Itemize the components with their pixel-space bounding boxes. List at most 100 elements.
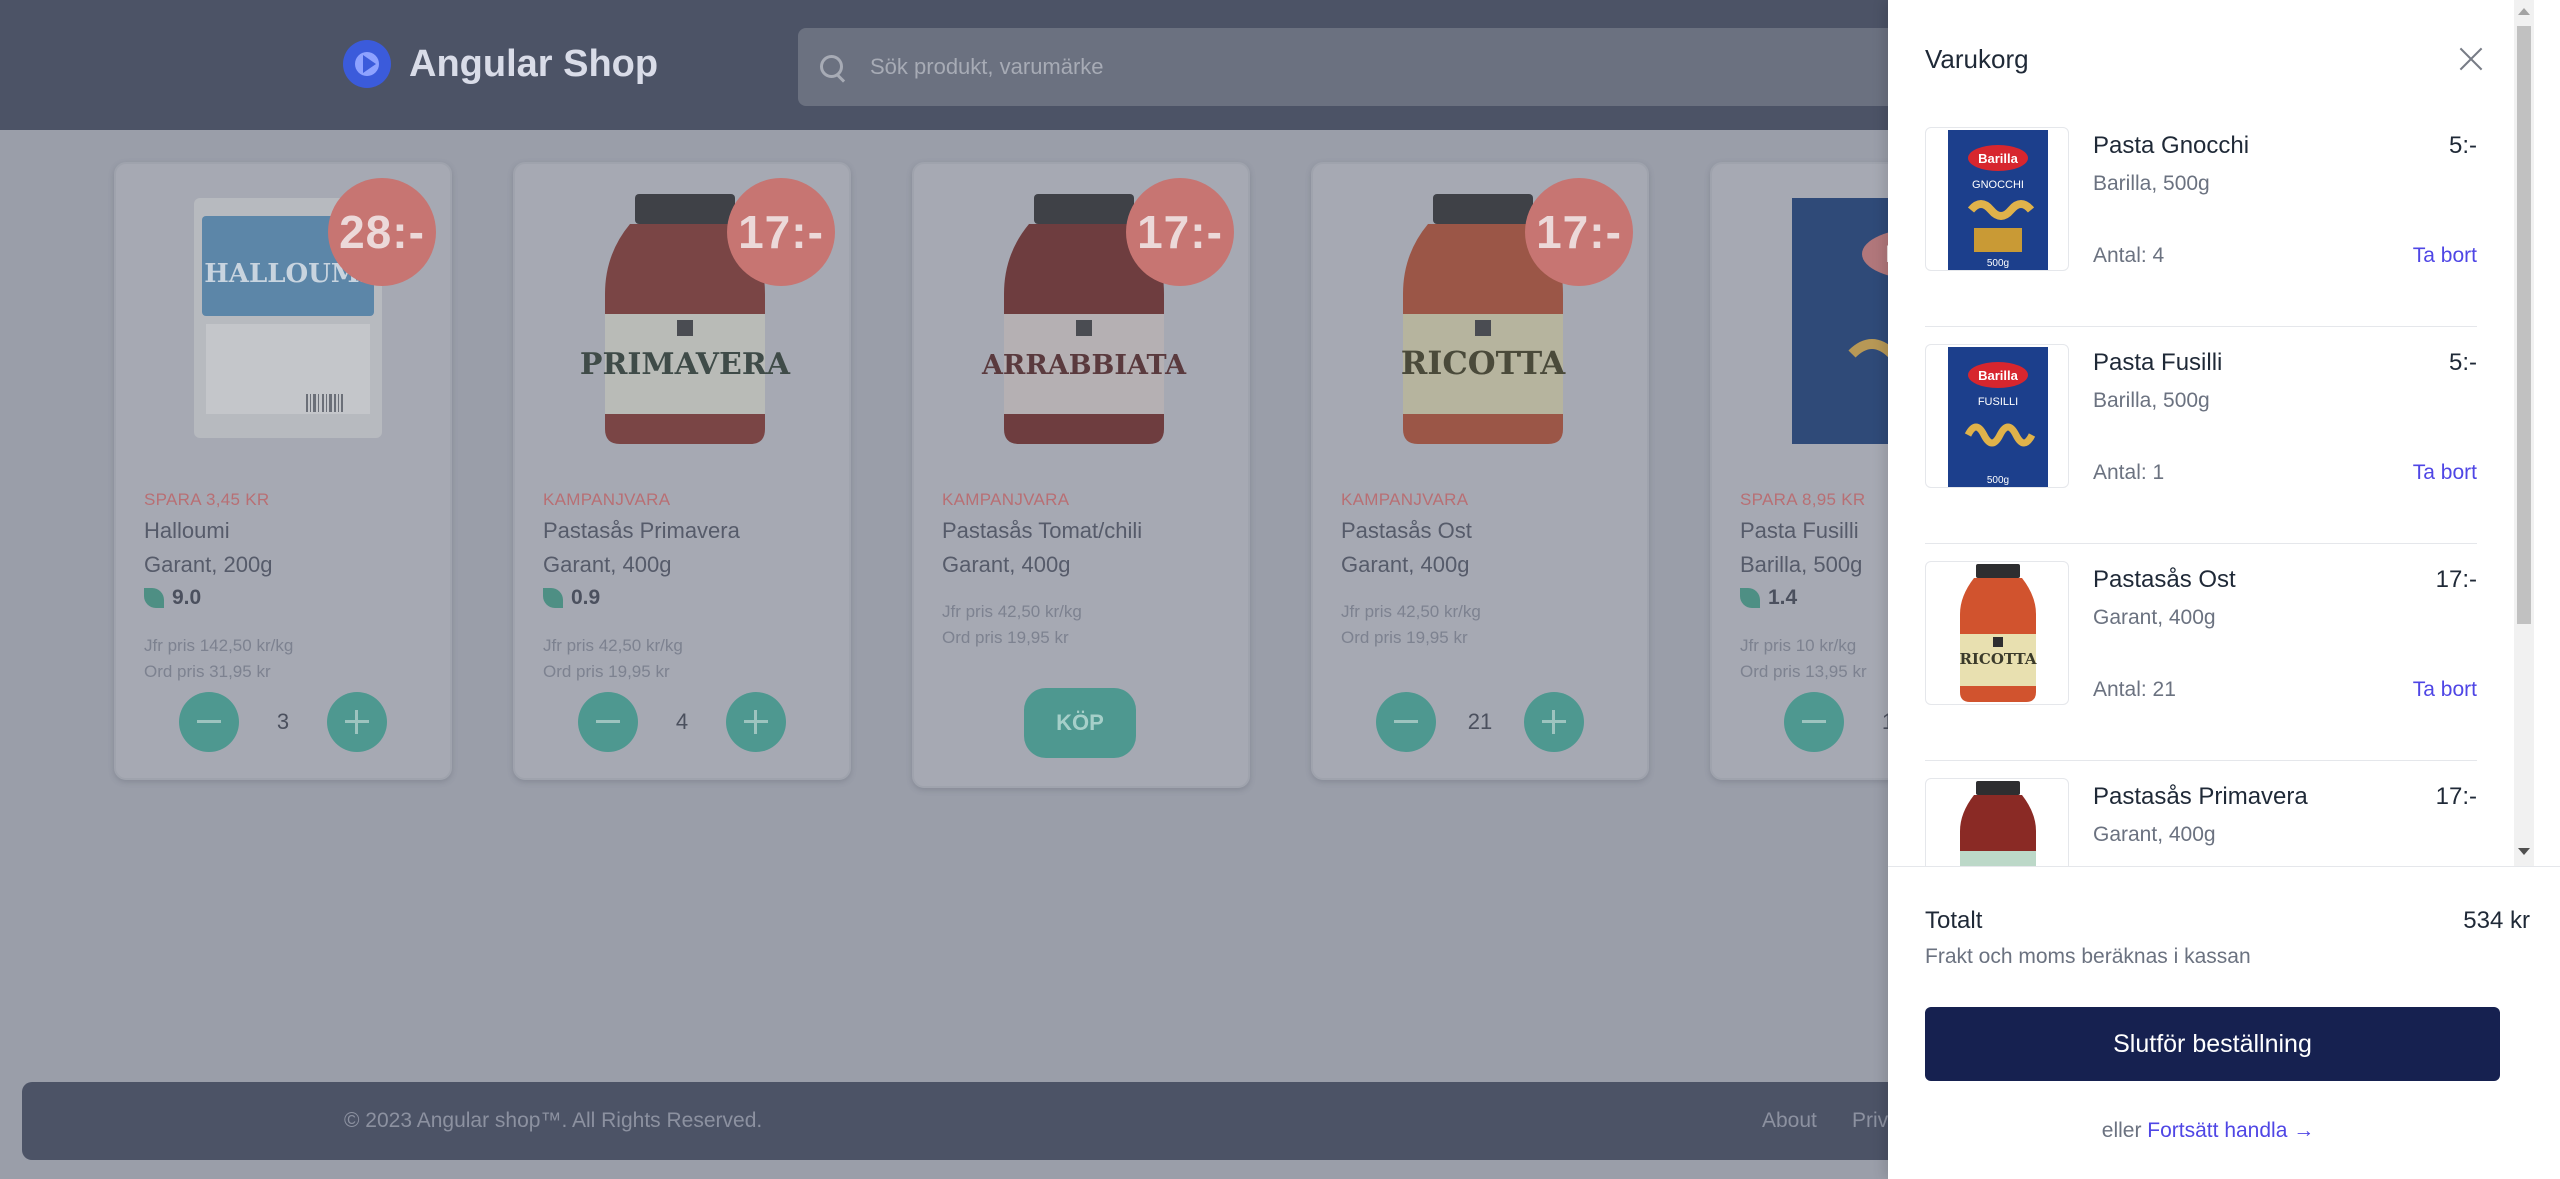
product-brand: Garant, 400g [543, 552, 672, 577]
product-brand: Garant, 200g [144, 552, 273, 577]
product-brand: Garant, 400g [1341, 552, 1470, 577]
decrease-button[interactable] [578, 692, 638, 752]
svg-text:ARRABBIATA: ARRABBIATA [981, 350, 1187, 381]
search-bar[interactable] [798, 28, 1998, 106]
decrease-button[interactable] [1376, 692, 1436, 752]
buy-button[interactable]: KÖP [1024, 688, 1136, 758]
cart-item: RICOTTA Pastasås Ost 17:- Garant, 400g A… [1925, 544, 2477, 761]
product-name[interactable]: Pasta Fusilli [1740, 518, 1859, 544]
total-value: 534 kr [2463, 907, 2530, 934]
leaf-icon [144, 588, 164, 608]
fusilli-box-icon: Barilla FUSILLI 500g [1948, 347, 2048, 487]
cart-item-brand: Garant, 400g [2093, 823, 2216, 846]
product-brand: Garant, 400g [942, 552, 1071, 577]
campaign-tag: KAMPANJVARA [543, 490, 671, 509]
cart-item-price: 17:- [2435, 566, 2477, 593]
eco-score-value: 1.4 [1768, 586, 1798, 609]
checkout-button[interactable]: Slutför beställning [1925, 1007, 2500, 1081]
scroll-up-arrow-icon[interactable] [2518, 8, 2530, 15]
increase-button[interactable] [327, 692, 387, 752]
cart-summary: Totalt 534 kr Frakt och moms beräknas i … [1888, 866, 2560, 1179]
savings-tag: SPARA 3,45 KR [144, 490, 270, 509]
logo-text: Angular Shop [409, 42, 659, 85]
product-brand: Barilla, 500g [1740, 552, 1863, 577]
svg-text:RICOTTA: RICOTTA [1959, 650, 2036, 668]
price-badge: 17:- [1525, 178, 1633, 286]
quantity-value: 4 [675, 709, 689, 734]
cart-items-list[interactable]: Barilla GNOCCHI 500g Pasta Gnocchi 5:- B… [1888, 110, 2528, 866]
eco-score: 1.4 [1740, 586, 1797, 610]
cart-item-name[interactable]: Pastasås Primavera [2093, 783, 2308, 811]
decrease-button[interactable] [1784, 692, 1844, 752]
compare-price: Jfr pris 42,50 kr/kg [942, 602, 1082, 621]
cart-item-image[interactable] [1925, 778, 2069, 866]
cart-item-brand: Barilla, 500g [2093, 172, 2210, 195]
footer-link-privacy[interactable]: Priv [1852, 1109, 1888, 1133]
cart-item-brand: Barilla, 500g [2093, 389, 2210, 412]
eco-score: 9.0 [144, 586, 201, 610]
svg-text:500g: 500g [1987, 475, 2009, 486]
gnocchi-box-icon: Barilla GNOCCHI 500g [1948, 130, 2048, 270]
continue-shopping-link[interactable]: Fortsätt handla → [2147, 1119, 2314, 1142]
total-label: Totalt [1925, 907, 1983, 934]
ricotta-jar-icon: RICOTTA [1959, 564, 2037, 702]
cart-item-quantity: Antal: 1 [2093, 461, 2165, 484]
quantity-stepper: 3 [116, 692, 450, 752]
cart-item-name[interactable]: Pasta Gnocchi [2093, 132, 2249, 160]
search-input[interactable] [870, 54, 1770, 80]
svg-text:GNOCCHI: GNOCCHI [1972, 179, 2024, 191]
price-badge: 17:- [727, 178, 835, 286]
eco-score-value: 0.9 [571, 586, 601, 609]
decrease-button[interactable] [179, 692, 239, 752]
cart-item-image[interactable]: Barilla FUSILLI 500g [1925, 344, 2069, 488]
footer-link-about[interactable]: About [1762, 1109, 1817, 1133]
cart-item-name[interactable]: Pasta Fusilli [2093, 349, 2222, 377]
svg-text:Barilla: Barilla [1978, 368, 2019, 383]
scroll-down-arrow-icon[interactable] [2518, 848, 2530, 855]
cart-item-quantity: Antal: 4 [2093, 244, 2165, 267]
compare-price: Jfr pris 142,50 kr/kg [144, 636, 294, 655]
cart-item-image[interactable]: RICOTTA [1925, 561, 2069, 705]
product-name[interactable]: Pastasås Primavera [543, 518, 740, 544]
quantity-value: 21 [1467, 709, 1493, 734]
close-icon[interactable] [2456, 44, 2486, 74]
product-name[interactable]: Halloumi [144, 518, 230, 544]
cart-item: Barilla FUSILLI 500g Pasta Fusilli 5:- B… [1925, 327, 2477, 544]
ordinary-price: Ord pris 19,95 kr [1341, 628, 1468, 647]
logo[interactable]: Angular Shop [343, 40, 658, 88]
campaign-tag: KAMPANJVARA [942, 490, 1070, 509]
primavera-jar-icon [1960, 781, 2036, 866]
svg-text:FUSILLI: FUSILLI [1978, 396, 2018, 408]
savings-tag: SPARA 8,95 KR [1740, 490, 1866, 509]
product-card: ARRABBIATA 17:- KAMPANJVARA Pastasås Tom… [912, 162, 1250, 788]
leaf-icon [1740, 588, 1760, 608]
increase-button[interactable] [1524, 692, 1584, 752]
copyright-text: © 2023 Angular shop™. All Rights Reserve… [344, 1109, 763, 1132]
remove-button[interactable]: Ta bort [2413, 678, 2477, 702]
product-name[interactable]: Pastasås Tomat/chili [942, 518, 1142, 544]
product-name[interactable]: Pastasås Ost [1341, 518, 1472, 544]
cart-item-price: 5:- [2448, 349, 2477, 376]
cart-item-price: 17:- [2435, 783, 2477, 810]
search-icon [816, 51, 848, 83]
ordinary-price: Ord pris 13,95 kr [1740, 662, 1867, 681]
increase-button[interactable] [726, 692, 786, 752]
cart-title: Varukorg [1925, 44, 2029, 74]
cart-item-image[interactable]: Barilla GNOCCHI 500g [1925, 127, 2069, 271]
product-card: RICOTTA 17:- KAMPANJVARA Pastasås Ost Ga… [1311, 162, 1649, 780]
svg-text:PRIMAVERA: PRIMAVERA [580, 347, 791, 382]
remove-button[interactable]: Ta bort [2413, 244, 2477, 268]
svg-text:Barilla: Barilla [1978, 151, 2019, 166]
cart-scrollbar[interactable] [2514, 0, 2534, 866]
scrollbar-thumb[interactable] [2517, 26, 2531, 624]
price-badge: 28:- [328, 178, 436, 286]
remove-button[interactable]: Ta bort [2413, 461, 2477, 485]
quantity-value: 3 [276, 709, 290, 734]
cart-item-name[interactable]: Pastasås Ost [2093, 566, 2236, 594]
quantity-stepper: 4 [515, 692, 849, 752]
ordinary-price: Ord pris 31,95 kr [144, 662, 271, 681]
cart-item-brand: Garant, 400g [2093, 606, 2216, 629]
ordinary-price: Ord pris 19,95 kr [942, 628, 1069, 647]
campaign-tag: KAMPANJVARA [1341, 490, 1469, 509]
price-badge: 17:- [1126, 178, 1234, 286]
